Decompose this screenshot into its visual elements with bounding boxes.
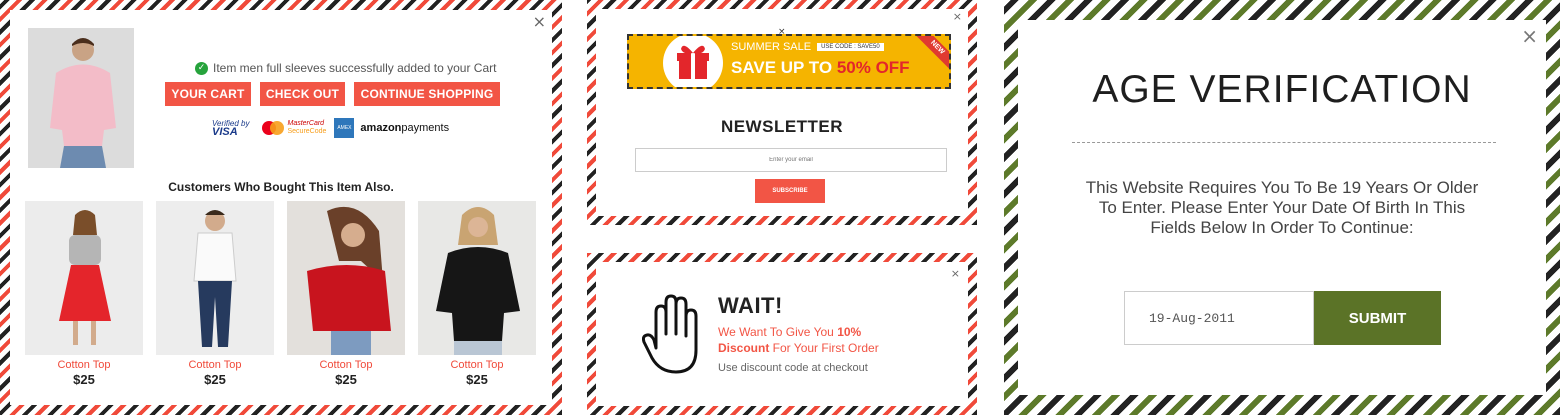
age-requirement-message: This Website Requires You To Be 19 Years… xyxy=(1085,178,1479,237)
product-name[interactable]: Cotton Top xyxy=(418,359,536,371)
submit-button[interactable]: SUBMIT xyxy=(1314,291,1441,345)
discount-line-1: We Want To Give You 10% xyxy=(718,325,861,339)
banner-close-icon[interactable]: × xyxy=(778,28,786,37)
birth-date-input[interactable] xyxy=(1124,291,1314,345)
product-image[interactable] xyxy=(156,201,274,355)
payments-text: payments xyxy=(401,122,450,134)
close-icon[interactable]: × xyxy=(1521,26,1538,46)
amex-logo: AMEX xyxy=(334,118,355,138)
discount-word: Discount xyxy=(718,341,770,355)
check-out-button[interactable]: CHECK OUT xyxy=(260,82,345,106)
your-cart-button[interactable]: YOUR CART xyxy=(165,82,251,106)
product-card[interactable]: Cotton Top $25 xyxy=(418,201,536,387)
discount-percent: 10% xyxy=(837,325,862,339)
product-image[interactable] xyxy=(287,201,405,355)
check-circle-icon: ✓ xyxy=(195,61,208,75)
payment-logos: Verified by VISA MasterCard SecureCode A… xyxy=(212,117,449,139)
product-card[interactable]: Cotton Top $25 xyxy=(156,201,274,387)
newsletter-popup-body: × SUMMER SALE USE CODE : SAVE50 SAVE UP … xyxy=(596,9,968,216)
fifty-off-text: 50% OFF xyxy=(836,58,910,77)
amazon-text: amazon xyxy=(360,122,402,134)
summer-sale-banner[interactable]: SUMMER SALE USE CODE : SAVE50 SAVE UP TO… xyxy=(627,34,951,89)
close-icon[interactable]: × xyxy=(951,268,960,279)
newsletter-title: NEWSLETTER xyxy=(720,117,844,136)
wait-popup: × WAIT! We Want To Give You 10% Discount… xyxy=(587,253,977,415)
added-message-text: Item men full sleeves successfully added… xyxy=(213,61,497,75)
email-input[interactable] xyxy=(635,148,947,172)
discount-line-2: Discount For Your First Order xyxy=(718,341,879,355)
close-icon[interactable]: × xyxy=(953,11,962,22)
visa-text: VISA xyxy=(212,126,238,138)
product-name[interactable]: Cotton Top xyxy=(287,359,405,371)
cart-popup: × ✓ Item men full sleeves successfully a… xyxy=(0,0,562,415)
mastercard-logo: MasterCard SecureCode xyxy=(260,120,327,136)
product-name[interactable]: Cotton Top xyxy=(25,359,143,371)
securecode-text: SecureCode xyxy=(287,128,327,135)
product-price: $25 xyxy=(335,372,357,387)
coupon-code-tag: USE CODE : SAVE50 xyxy=(817,43,884,51)
close-icon[interactable]: × xyxy=(533,14,546,30)
mastercard-text: MasterCard xyxy=(287,120,325,127)
dashed-divider xyxy=(1072,142,1496,143)
age-popup-body: × AGE VERIFICATION This Website Requires… xyxy=(1018,20,1546,395)
added-to-cart-message: ✓ Item men full sleeves successfully add… xyxy=(195,61,496,75)
subscribe-button[interactable]: SUBSCRIBE xyxy=(755,179,825,203)
discount-line-2-text: For Your First Order xyxy=(769,341,879,355)
product-card[interactable]: Cotton Top $25 xyxy=(25,201,143,387)
product-name[interactable]: Cotton Top xyxy=(156,359,274,371)
newsletter-popup: × SUMMER SALE USE CODE : SAVE50 SAVE UP … xyxy=(587,0,977,225)
amazon-payments-logo: amazonpayments xyxy=(360,122,449,134)
product-image[interactable] xyxy=(25,201,143,355)
age-verification-popup: × AGE VERIFICATION This Website Requires… xyxy=(1004,0,1560,415)
new-ribbon: NEW xyxy=(911,36,949,74)
added-product-image xyxy=(28,28,134,168)
discount-note: Use discount code at checkout xyxy=(718,362,868,374)
stop-hand-icon xyxy=(641,292,702,383)
product-price: $25 xyxy=(204,372,226,387)
product-price: $25 xyxy=(73,372,95,387)
verified-by-visa-logo: Verified by VISA xyxy=(212,119,250,138)
age-verification-title: AGE VERIFICATION xyxy=(1092,68,1472,111)
product-price: $25 xyxy=(466,372,488,387)
gift-icon xyxy=(663,36,723,87)
product-image[interactable] xyxy=(418,201,536,355)
summer-sale-label: SUMMER SALE xyxy=(731,41,812,53)
discount-line-1-text: We Want To Give You xyxy=(718,325,838,339)
cart-popup-body: × ✓ Item men full sleeves successfully a… xyxy=(10,10,552,405)
wait-title: WAIT! xyxy=(718,293,783,318)
wait-popup-body: × WAIT! We Want To Give You 10% Discount… xyxy=(596,262,968,406)
continue-shopping-button[interactable]: CONTINUE SHOPPING xyxy=(354,82,500,106)
save-up-to-text: SAVE UP TO xyxy=(731,58,833,77)
product-card[interactable]: Cotton Top $25 xyxy=(287,201,405,387)
also-bought-title: Customers Who Bought This Item Also. xyxy=(168,180,394,194)
